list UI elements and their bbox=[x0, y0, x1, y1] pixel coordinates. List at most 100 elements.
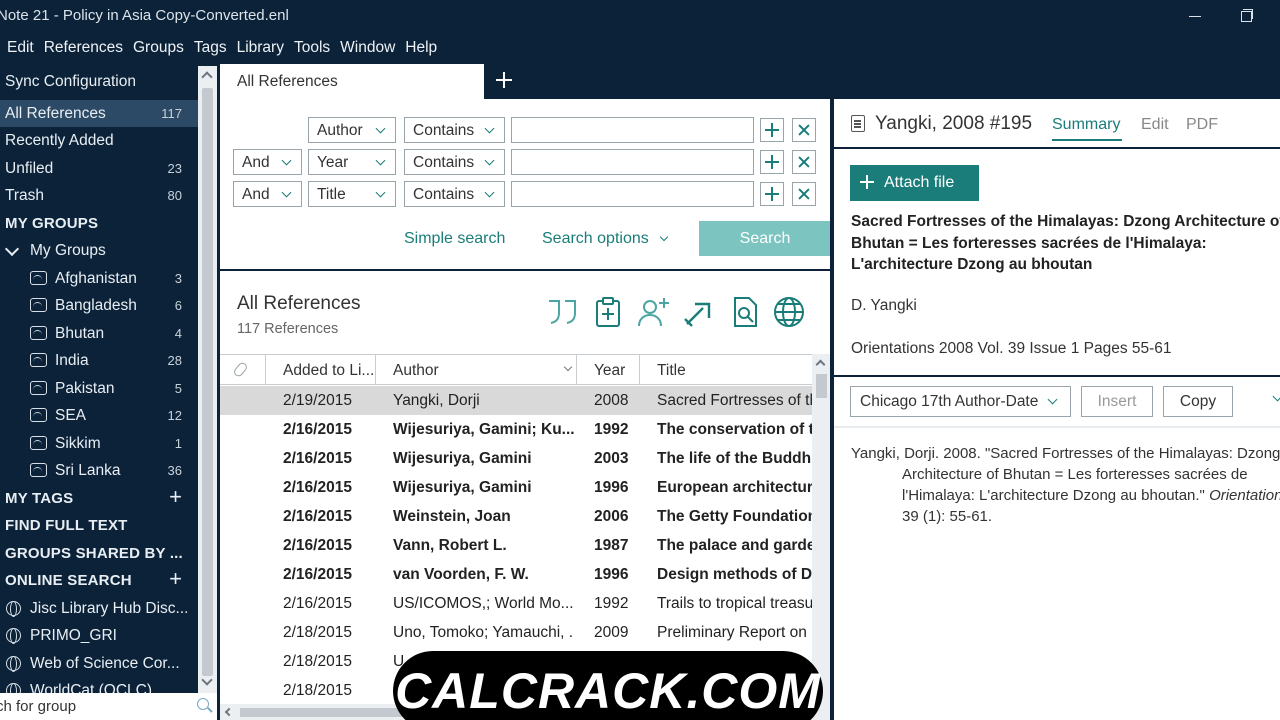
sidebar-scrollbar[interactable] bbox=[198, 66, 217, 693]
new-reference-icon[interactable] bbox=[591, 295, 625, 329]
column-attachment[interactable] bbox=[220, 355, 266, 384]
table-vertical-scrollbar[interactable] bbox=[812, 354, 830, 704]
table-row[interactable]: 2/16/2015 van Voorden, F. W. 1996 Design… bbox=[220, 560, 812, 589]
remove-row-button[interactable] bbox=[792, 150, 816, 174]
sidebar: Sync Configuration All References 117 Re… bbox=[0, 66, 217, 720]
add-tag-icon[interactable]: + bbox=[169, 484, 182, 510]
section-online-search[interactable]: ONLINE SEARCH + bbox=[0, 566, 198, 594]
table-row[interactable]: 2/18/2015 Uno, Tomoko; Yamauchi, ... 200… bbox=[220, 618, 812, 647]
group-search-input[interactable]: ch for group bbox=[0, 693, 217, 720]
column-added[interactable]: Added to Li... bbox=[266, 355, 376, 384]
insert-citation-icon[interactable] bbox=[545, 295, 579, 329]
insert-button[interactable]: Insert bbox=[1081, 386, 1153, 417]
export-arrow-icon[interactable] bbox=[682, 295, 716, 329]
section-my-groups[interactable]: MY GROUPS bbox=[0, 210, 198, 237]
table-row[interactable]: 2/16/2015 Wijesuriya, Gamini 1996 Europe… bbox=[220, 473, 812, 502]
menu-references[interactable]: References bbox=[39, 39, 128, 57]
group-bangladesh[interactable]: Bangladesh 6 bbox=[0, 292, 198, 319]
search-icon[interactable] bbox=[197, 698, 209, 710]
field-dropdown[interactable]: Title bbox=[308, 181, 396, 207]
remove-row-button[interactable] bbox=[792, 182, 816, 206]
online-web-of-science[interactable]: Web of Science Cor... bbox=[0, 650, 198, 677]
scroll-left-icon[interactable] bbox=[224, 707, 234, 717]
group-afghanistan[interactable]: Afghanistan 3 bbox=[0, 265, 198, 292]
menu-library[interactable]: Library bbox=[232, 39, 289, 57]
remove-row-button[interactable] bbox=[792, 118, 816, 142]
table-row[interactable]: 2/19/2015 Yangki, Dorji 2008 Sacred Fort… bbox=[220, 386, 812, 415]
divider bbox=[220, 269, 830, 271]
group-bhutan[interactable]: Bhutan 4 bbox=[0, 320, 198, 347]
menu-groups[interactable]: Groups bbox=[128, 39, 189, 57]
menu-window[interactable]: Window bbox=[335, 39, 400, 57]
copy-button[interactable]: Copy bbox=[1163, 386, 1233, 417]
section-my-tags[interactable]: MY TAGS + bbox=[0, 484, 198, 512]
boolean-dropdown[interactable]: And bbox=[233, 181, 302, 207]
simple-search-link[interactable]: Simple search bbox=[404, 230, 505, 248]
tab-summary[interactable]: Summary bbox=[1052, 116, 1120, 134]
menu-edit[interactable]: Edit bbox=[0, 39, 39, 57]
sidebar-item-my-groups[interactable]: My Groups bbox=[0, 237, 198, 264]
table-row[interactable]: 2/16/2015 Wijesuriya, Gamini 2003 The li… bbox=[220, 444, 812, 473]
group-sri-lanka[interactable]: Sri Lanka 36 bbox=[0, 457, 198, 484]
column-author[interactable]: Author bbox=[376, 355, 577, 384]
sidebar-item-recently-added[interactable]: Recently Added bbox=[0, 127, 198, 154]
operator-dropdown[interactable]: Contains bbox=[404, 181, 505, 207]
tab-edit[interactable]: Edit bbox=[1141, 116, 1169, 134]
field-dropdown[interactable]: Year bbox=[308, 149, 396, 175]
reference-detail-panel: Yangki, 2008 #195 Summary Edit PDF Attac… bbox=[834, 99, 1280, 720]
column-year[interactable]: Year bbox=[577, 355, 640, 384]
add-tab-icon[interactable] bbox=[494, 70, 514, 90]
find-pdf-icon[interactable] bbox=[728, 295, 762, 329]
minimize-icon[interactable] bbox=[1186, 6, 1206, 26]
menu-help[interactable]: Help bbox=[400, 39, 442, 57]
menu-tools[interactable]: Tools bbox=[289, 39, 335, 57]
sidebar-item-unfiled[interactable]: Unfiled 23 bbox=[0, 155, 198, 182]
sidebar-item-trash[interactable]: Trash 80 bbox=[0, 182, 198, 209]
restore-icon[interactable] bbox=[1236, 6, 1256, 26]
operator-dropdown[interactable]: Contains bbox=[404, 117, 505, 143]
tab-all-references[interactable]: All References bbox=[220, 64, 484, 99]
sidebar-item-sync[interactable]: Sync Configuration bbox=[0, 68, 198, 95]
search-text-input[interactable] bbox=[511, 117, 754, 143]
online-primo[interactable]: PRIMO_GRI bbox=[0, 622, 198, 649]
scroll-down-icon[interactable] bbox=[201, 674, 213, 686]
menu-tags[interactable]: Tags bbox=[189, 39, 232, 57]
citation-style-dropdown[interactable]: Chicago 17th Author-Date bbox=[850, 386, 1071, 417]
scroll-up-icon[interactable] bbox=[815, 359, 826, 370]
scroll-thumb[interactable] bbox=[816, 374, 827, 398]
sidebar-item-all-references[interactable]: All References 117 bbox=[0, 100, 198, 127]
watermark-banner: CALCRACK.COM bbox=[393, 651, 823, 720]
search-text-input[interactable] bbox=[511, 181, 754, 207]
group-india[interactable]: India 28 bbox=[0, 347, 198, 374]
share-user-icon[interactable] bbox=[637, 295, 671, 329]
chevron-down-icon[interactable] bbox=[4, 241, 20, 257]
table-row[interactable]: 2/16/2015 Vann, Robert L. 1987 The palac… bbox=[220, 531, 812, 560]
boolean-dropdown[interactable]: And bbox=[233, 149, 302, 175]
add-row-button[interactable] bbox=[760, 150, 784, 174]
group-sea[interactable]: SEA 12 bbox=[0, 402, 198, 429]
operator-dropdown[interactable]: Contains bbox=[404, 149, 505, 175]
group-icon bbox=[30, 298, 47, 312]
group-sikkim[interactable]: Sikkim 1 bbox=[0, 430, 198, 457]
group-pakistan[interactable]: Pakistan 5 bbox=[0, 375, 198, 402]
tab-pdf[interactable]: PDF bbox=[1186, 116, 1218, 134]
table-row[interactable]: 2/16/2015 Weinstein, Joan 2006 The Getty… bbox=[220, 502, 812, 531]
section-groups-shared[interactable]: GROUPS SHARED BY ... bbox=[0, 540, 198, 567]
column-title[interactable]: Title bbox=[640, 355, 812, 384]
section-find-full-text[interactable]: FIND FULL TEXT bbox=[0, 512, 198, 539]
add-row-button[interactable] bbox=[760, 118, 784, 142]
attach-file-button[interactable]: Attach file bbox=[850, 165, 979, 201]
search-button[interactable]: Search bbox=[699, 221, 830, 256]
more-chevron-icon[interactable] bbox=[1272, 391, 1280, 402]
add-row-button[interactable] bbox=[760, 182, 784, 206]
search-text-input[interactable] bbox=[511, 149, 754, 175]
table-row[interactable]: 2/16/2015 US/ICOMOS,; World Mo... 1992 T… bbox=[220, 589, 812, 618]
add-online-search-icon[interactable]: + bbox=[169, 566, 182, 592]
scroll-thumb[interactable] bbox=[202, 88, 213, 676]
online-jisc[interactable]: Jisc Library Hub Disc... bbox=[0, 595, 198, 622]
online-globe-icon[interactable] bbox=[772, 295, 806, 329]
field-dropdown[interactable]: Author bbox=[308, 117, 396, 143]
search-options-dropdown[interactable]: Search options bbox=[542, 230, 668, 248]
scroll-up-icon[interactable] bbox=[201, 71, 213, 83]
table-row[interactable]: 2/16/2015 Wijesuriya, Gamini; Ku... 1992… bbox=[220, 415, 812, 444]
